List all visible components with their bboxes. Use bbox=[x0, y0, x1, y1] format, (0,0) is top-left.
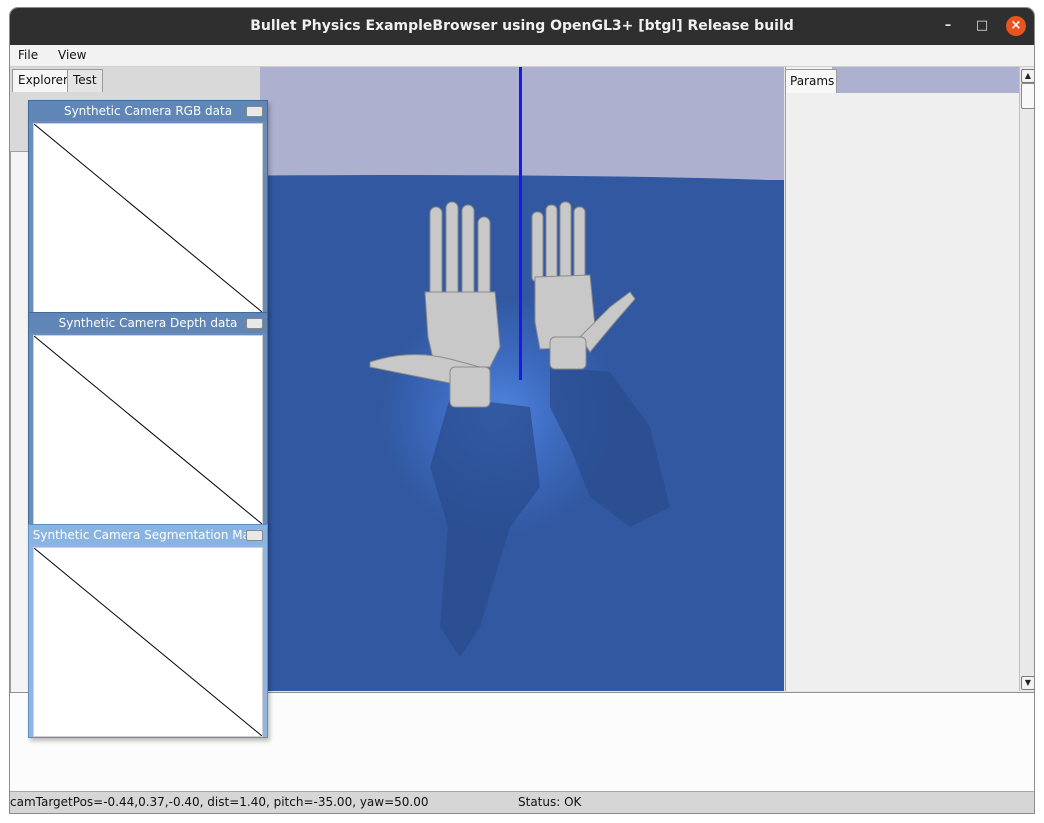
minimize-depth-icon[interactable] bbox=[246, 318, 263, 329]
depth-camera-canvas bbox=[33, 335, 263, 525]
tab-explorer[interactable]: Explorer bbox=[12, 69, 74, 92]
minimize-segmentation-icon[interactable] bbox=[246, 530, 263, 541]
app-window: Bullet Physics ExampleBrowser using Open… bbox=[10, 8, 1034, 813]
left-hand bbox=[369, 201, 501, 408]
status-bar: camTargetPos=-0.44,0.37,-0.40, dist=1.40… bbox=[10, 791, 1034, 813]
depth-camera-window[interactable]: Synthetic Camera Depth data bbox=[28, 312, 268, 526]
maximize-button[interactable]: □ bbox=[972, 16, 992, 36]
close-button[interactable]: × bbox=[1006, 16, 1026, 36]
status-text: Status: OK bbox=[518, 795, 582, 809]
vertical-scrollbar[interactable]: ▲ ▼ bbox=[1019, 67, 1034, 691]
scroll-up-icon[interactable]: ▲ bbox=[1021, 69, 1034, 83]
rgb-camera-title: Synthetic Camera RGB data bbox=[29, 101, 267, 121]
camera-status-text: camTargetPos=-0.44,0.37,-0.40, dist=1.40… bbox=[10, 795, 429, 809]
params-panel bbox=[785, 67, 1020, 691]
minimize-button[interactable]: – bbox=[938, 16, 958, 36]
title-bar[interactable]: Bullet Physics ExampleBrowser using Open… bbox=[10, 8, 1034, 45]
menu-file[interactable]: File bbox=[18, 48, 38, 62]
window-title: Bullet Physics ExampleBrowser using Open… bbox=[250, 18, 794, 34]
tab-test[interactable]: Test bbox=[67, 69, 103, 92]
depth-camera-title: Synthetic Camera Depth data bbox=[29, 313, 267, 333]
rgb-camera-canvas bbox=[33, 123, 263, 313]
rgb-camera-window[interactable]: Synthetic Camera RGB data bbox=[28, 100, 268, 314]
segmentation-camera-canvas bbox=[33, 547, 263, 737]
z-axis-line bbox=[519, 67, 522, 380]
hand-shadows bbox=[430, 367, 670, 657]
params-header-strip bbox=[832, 67, 1019, 93]
scroll-thumb[interactable] bbox=[1021, 83, 1034, 109]
menu-bar: File View bbox=[10, 45, 1034, 67]
right-hand bbox=[531, 201, 636, 370]
minimize-rgb-icon[interactable] bbox=[246, 106, 263, 117]
segmentation-camera-window[interactable]: Synthetic Camera Segmentation Mask bbox=[28, 524, 268, 738]
menu-view[interactable]: View bbox=[58, 48, 86, 62]
segmentation-camera-title: Synthetic Camera Segmentation Mask bbox=[29, 525, 267, 545]
scroll-down-icon[interactable]: ▼ bbox=[1021, 676, 1034, 690]
tab-params[interactable]: Params bbox=[785, 69, 837, 93]
